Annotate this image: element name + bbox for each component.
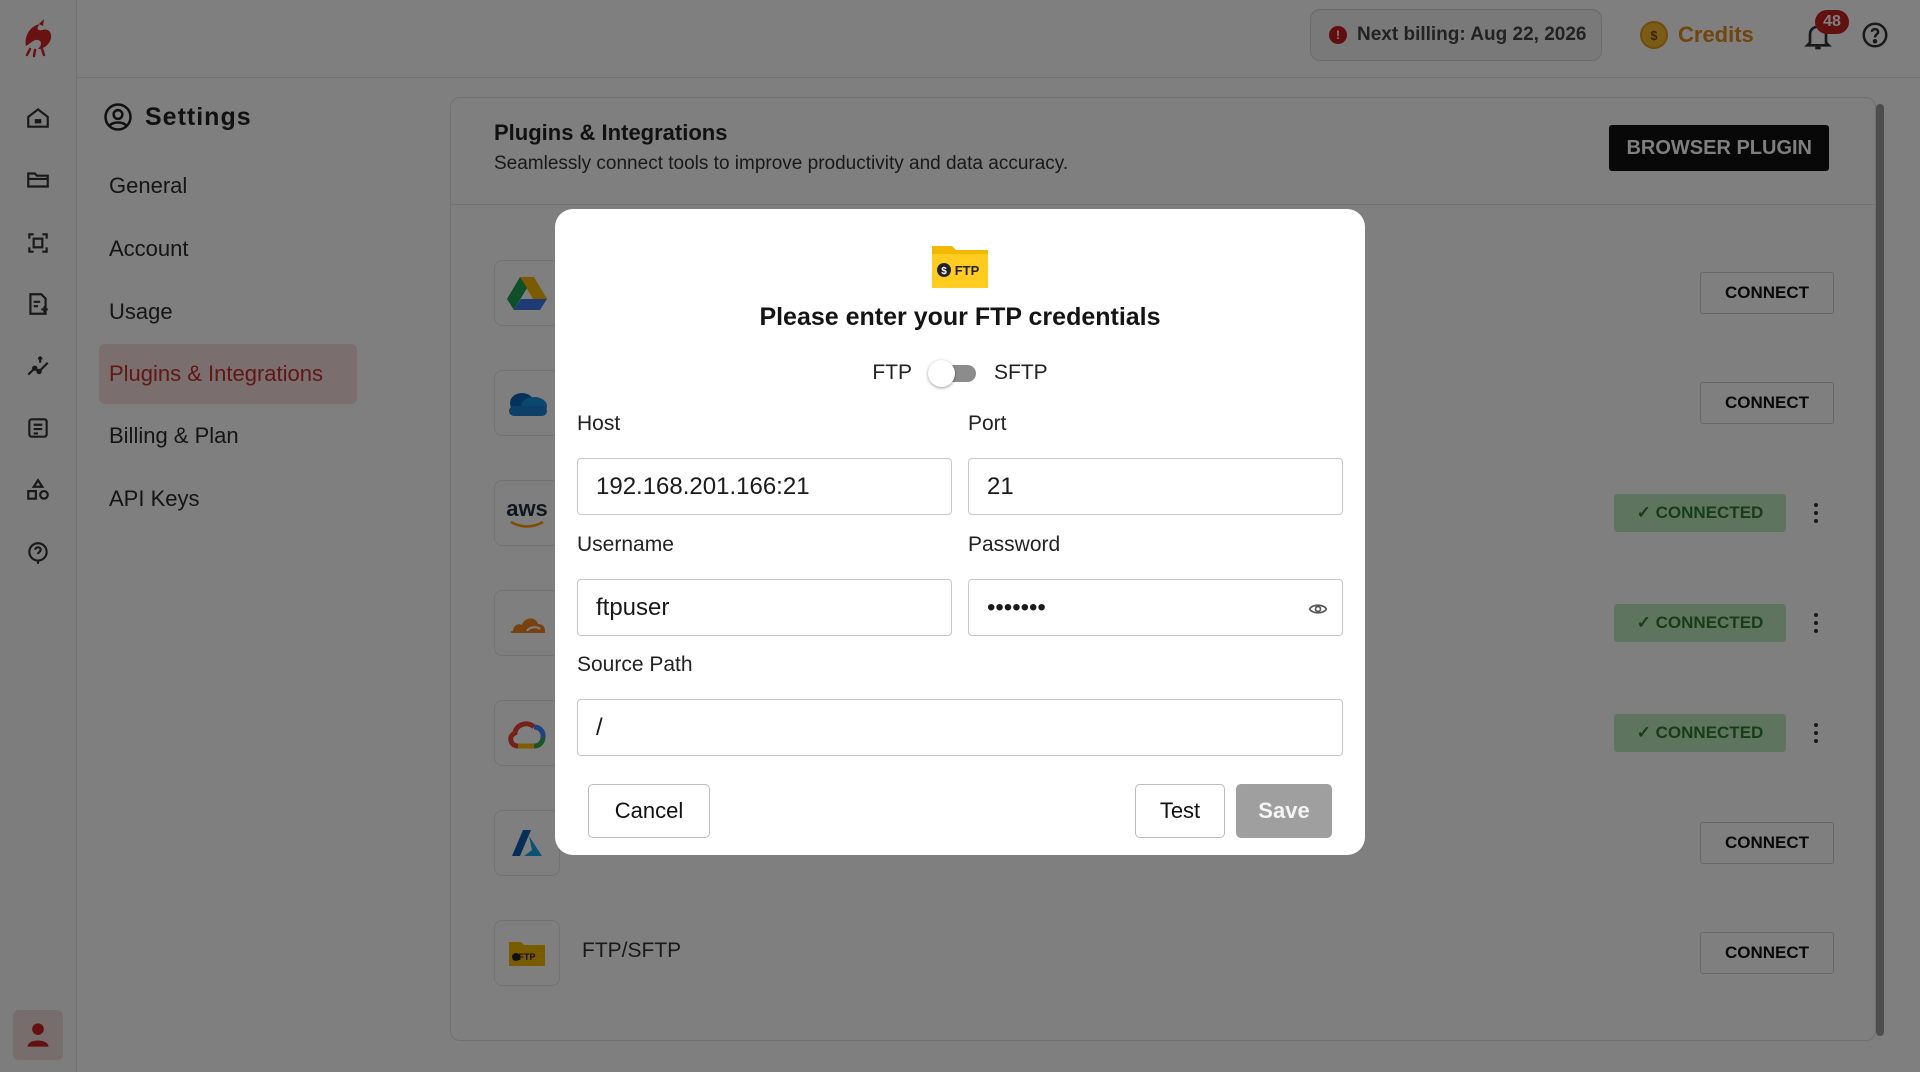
source-path-input[interactable]: / (577, 699, 1343, 756)
username-label: Username (577, 533, 674, 556)
host-input[interactable]: 192.168.201.166:21 (577, 458, 952, 515)
eye-icon[interactable] (1308, 599, 1328, 619)
password-value: ••••••• (987, 593, 1046, 621)
test-button[interactable]: Test (1135, 784, 1225, 838)
ftp-icon-symbol: $ (941, 266, 947, 277)
toggle-label-sftp: SFTP (994, 361, 1048, 384)
port-input[interactable]: 21 (968, 458, 1343, 515)
cancel-button[interactable]: Cancel (588, 784, 710, 838)
dialog-title: Please enter your FTP credentials (759, 303, 1161, 331)
ftp-icon-text: FTP (955, 263, 980, 278)
host-label: Host (577, 412, 621, 435)
toggle-label-ftp: FTP (872, 361, 912, 384)
ftp-credentials-dialog: $ FTP Please enter your FTP credentials … (555, 209, 1365, 855)
source-path-label: Source Path (577, 653, 693, 676)
username-input[interactable]: ftpuser (577, 579, 952, 636)
protocol-toggle[interactable] (928, 360, 978, 387)
port-label: Port (968, 412, 1007, 435)
password-input[interactable]: ••••••• (968, 579, 1343, 636)
save-button[interactable]: Save (1236, 784, 1332, 838)
ftp-folder-icon: $ FTP (930, 240, 990, 290)
protocol-toggle-row: FTP SFTP (555, 360, 1365, 387)
password-label: Password (968, 533, 1061, 556)
